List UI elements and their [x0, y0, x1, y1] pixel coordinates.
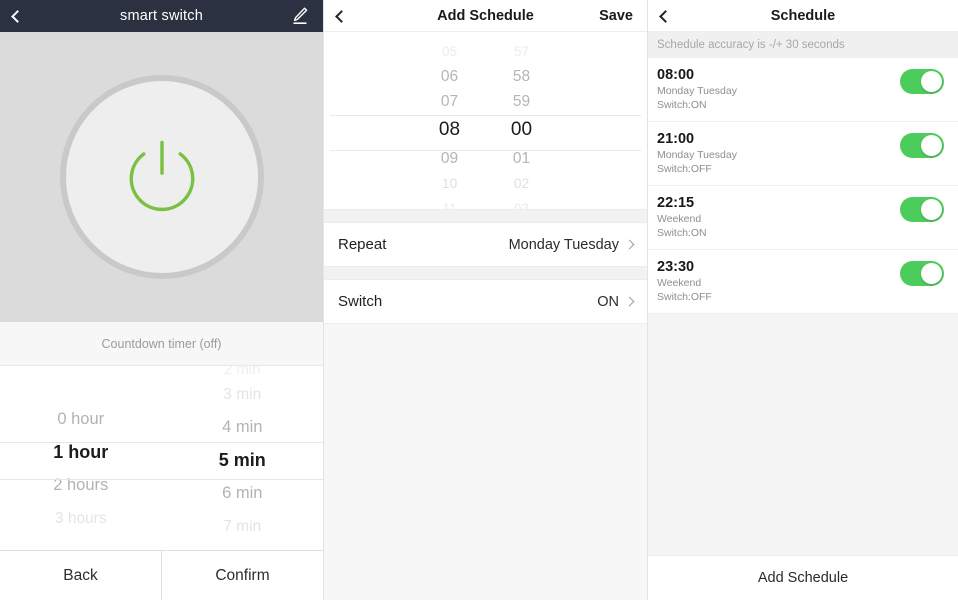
three-panel-screenshot: smart switch Countdown timer (off) 0 hou… — [0, 0, 958, 600]
time-option[interactable]: 05 — [414, 39, 486, 64]
time-option[interactable]: 58 — [486, 64, 558, 89]
picker-option[interactable]: 2 min — [162, 366, 324, 378]
edit-button[interactable] — [291, 0, 309, 32]
repeat-row[interactable]: Repeat Monday Tuesday — [324, 222, 647, 267]
time-option[interactable]: 02 — [486, 171, 558, 196]
picker-selection-line-top — [0, 442, 323, 443]
add-schedule-button[interactable]: Add Schedule — [648, 555, 958, 600]
schedule-header: Schedule — [648, 0, 958, 32]
hour-column[interactable]: 05 06 07 08 09 10 11 — [414, 39, 486, 209]
countdown-timer-label-bar: Countdown timer (off) — [0, 322, 323, 366]
picker-option[interactable]: 6 min — [162, 477, 324, 510]
picker-footer: Back Confirm — [0, 550, 323, 600]
page-title: smart switch — [120, 8, 203, 24]
repeat-label: Repeat — [338, 236, 387, 253]
page-title: Add Schedule — [437, 7, 534, 24]
chevron-right-icon — [624, 296, 635, 307]
schedule-state: Switch:OFF — [657, 291, 712, 303]
add-schedule-label: Add Schedule — [757, 570, 849, 586]
pencil-edit-icon — [293, 7, 308, 25]
time-option-selected[interactable]: 08 — [414, 114, 486, 146]
device-panel: smart switch Countdown timer (off) 0 hou… — [0, 0, 324, 600]
back-button[interactable] — [11, 0, 24, 32]
toggle-knob — [921, 135, 942, 156]
picker-option[interactable]: 4 min — [162, 411, 324, 444]
back-button-footer[interactable]: Back — [0, 551, 161, 600]
minute-column[interactable]: 2 min 3 min 4 min 5 min 6 min 7 min — [162, 366, 324, 550]
back-chevron-icon — [335, 9, 348, 23]
power-button-area — [0, 32, 323, 322]
schedule-state: Switch:ON — [657, 227, 707, 239]
schedule-state: Switch:ON — [657, 99, 707, 111]
empty-area — [324, 324, 647, 600]
time-option[interactable]: 10 — [414, 171, 486, 196]
schedule-toggle[interactable] — [900, 69, 944, 94]
schedule-state: Switch:OFF — [657, 163, 712, 175]
toggle-knob — [921, 71, 942, 92]
power-icon — [129, 140, 194, 212]
time-picker-line-bottom — [330, 150, 641, 151]
countdown-timer-label: Countdown timer (off) — [101, 336, 222, 351]
add-schedule-panel: Add Schedule Save 05 06 07 08 09 10 11 5… — [324, 0, 648, 600]
back-button[interactable] — [335, 0, 348, 32]
picker-option[interactable]: 3 hours — [0, 502, 162, 535]
schedule-list-item[interactable]: 22:15 Weekend Switch:ON — [648, 186, 958, 250]
switch-row[interactable]: Switch ON — [324, 279, 647, 324]
back-chevron-icon — [11, 9, 24, 23]
schedule-list-item[interactable]: 23:30 Weekend Switch:OFF — [648, 250, 958, 314]
accuracy-notice-text: Schedule accuracy is -/+ 30 seconds — [657, 39, 845, 51]
accuracy-notice: Schedule accuracy is -/+ 30 seconds — [648, 32, 958, 58]
toggle-knob — [921, 199, 942, 220]
time-option[interactable]: 03 — [486, 196, 558, 209]
section-gap — [324, 267, 647, 279]
schedule-panel: Schedule Schedule accuracy is -/+ 30 sec… — [648, 0, 958, 600]
schedule-list-item[interactable]: 21:00 Monday Tuesday Switch:OFF — [648, 122, 958, 186]
picker-selection-line-bottom — [0, 479, 323, 480]
time-option[interactable]: 06 — [414, 64, 486, 89]
picker-option-selected[interactable]: 1 hour — [0, 436, 162, 469]
picker-option[interactable]: 2 hours — [0, 469, 162, 502]
picker-option[interactable]: 0 hour — [0, 403, 162, 436]
save-button[interactable]: Save — [599, 0, 633, 32]
switch-label: Switch — [338, 293, 383, 310]
power-button[interactable] — [59, 75, 264, 279]
schedule-toggle[interactable] — [900, 197, 944, 222]
back-chevron-icon — [659, 9, 672, 23]
back-button[interactable] — [659, 0, 672, 32]
switch-value: ON — [597, 293, 619, 310]
picker-option-selected[interactable]: 5 min — [162, 444, 324, 477]
countdown-picker[interactable]: 0 hour 1 hour 2 hours 3 hours 2 min 3 mi… — [0, 366, 323, 550]
page-title: Schedule — [770, 7, 836, 24]
time-option[interactable]: 57 — [486, 39, 558, 64]
picker-option[interactable]: 3 min — [162, 378, 324, 411]
time-picker-line-top — [330, 115, 641, 116]
time-option-selected[interactable]: 00 — [486, 114, 558, 146]
minute-column[interactable]: 57 58 59 00 01 02 03 — [486, 39, 558, 209]
schedule-list-item[interactable]: 08:00 Monday Tuesday Switch:ON — [648, 58, 958, 122]
hour-column[interactable]: 0 hour 1 hour 2 hours 3 hours — [0, 366, 162, 550]
schedule-list: 08:00 Monday Tuesday Switch:ON 21:00 Mon… — [648, 58, 958, 314]
confirm-button[interactable]: Confirm — [161, 551, 323, 600]
empty-area — [648, 314, 958, 555]
time-picker[interactable]: 05 06 07 08 09 10 11 57 58 59 00 01 02 0… — [324, 32, 647, 210]
section-gap — [324, 210, 647, 222]
schedule-toggle[interactable] — [900, 133, 944, 158]
time-option[interactable]: 11 — [414, 196, 486, 209]
schedule-toggle[interactable] — [900, 261, 944, 286]
picker-option[interactable]: 7 min — [162, 510, 324, 543]
toggle-knob — [921, 263, 942, 284]
device-header: smart switch — [0, 0, 323, 32]
time-option[interactable]: 59 — [486, 89, 558, 114]
chevron-right-icon — [624, 239, 635, 250]
picker-option[interactable] — [0, 370, 162, 403]
repeat-value: Monday Tuesday — [508, 236, 619, 253]
add-schedule-header: Add Schedule Save — [324, 0, 647, 32]
time-option[interactable]: 07 — [414, 89, 486, 114]
